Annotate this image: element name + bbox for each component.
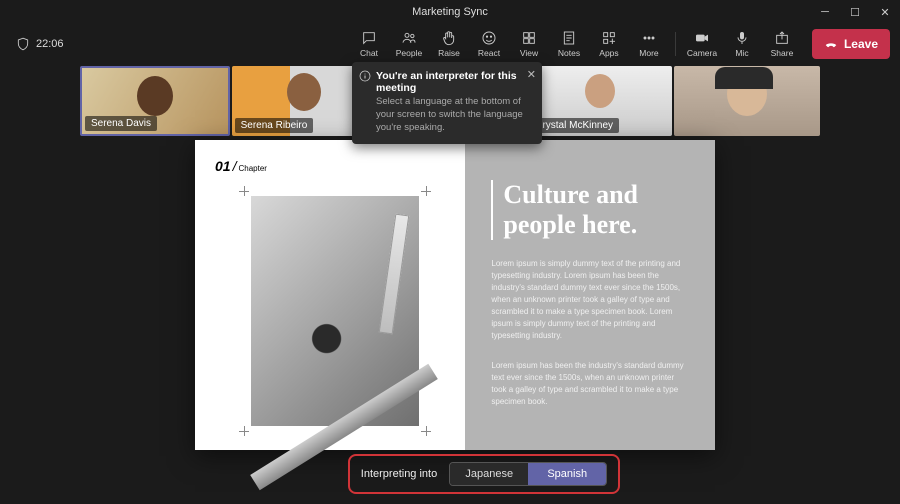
maximize-button[interactable]: ☐ xyxy=(840,0,870,24)
view-button[interactable]: View xyxy=(511,25,547,63)
apps-icon xyxy=(601,30,617,46)
elapsed-time: 22:06 xyxy=(36,38,64,50)
close-button[interactable]: ✕ xyxy=(870,0,900,24)
window-controls: ─ ☐ ✕ xyxy=(810,0,900,24)
interpreter-tooltip: ✕ You're an interpreter for this meeting… xyxy=(352,62,542,144)
title-bar: Marketing Sync ─ ☐ ✕ xyxy=(0,0,900,24)
raise-hand-button[interactable]: Raise xyxy=(431,25,467,63)
participant-name: Krystal McKinney xyxy=(530,118,619,133)
participant-name: Serena Ribeiro xyxy=(235,118,314,133)
slide-left-panel: 01/Chapter xyxy=(195,140,465,450)
hand-icon xyxy=(441,30,457,46)
slide-paragraph: Lorem ipsum is simply dummy text of the … xyxy=(491,258,689,342)
video-tile[interactable]: Krystal McKinney xyxy=(527,66,673,136)
meeting-timer: 22:06 xyxy=(16,37,64,51)
notes-icon xyxy=(561,30,577,46)
chat-button[interactable]: Chat xyxy=(351,25,387,63)
crop-mark-icon xyxy=(421,186,431,196)
slide-heading: Culture and people here. xyxy=(491,180,689,240)
more-button[interactable]: More xyxy=(631,25,667,63)
grid-icon xyxy=(521,30,537,46)
hangup-icon xyxy=(824,37,838,51)
video-tile[interactable] xyxy=(674,66,820,136)
notes-button[interactable]: Notes xyxy=(551,25,587,63)
crop-mark-icon xyxy=(421,426,431,436)
slide-paragraph: Lorem ipsum has been the industry's stan… xyxy=(491,360,689,408)
slide-right-panel: Culture and people here. Lorem ipsum is … xyxy=(465,140,715,450)
interpreter-language-bar: Interpreting into Japanese Spanish xyxy=(348,454,620,494)
mic-button[interactable]: Mic xyxy=(724,25,760,63)
meeting-toolbar: 22:06 Chat People Raise React View Notes… xyxy=(0,24,900,64)
chapter-label: 01/Chapter xyxy=(215,158,445,174)
window-title: Marketing Sync xyxy=(412,6,488,18)
tooltip-close-button[interactable]: ✕ xyxy=(527,68,536,81)
separator xyxy=(675,32,676,56)
interpreter-bar-label: Interpreting into xyxy=(361,468,437,480)
tooltip-body: Select a language at the bottom of your … xyxy=(376,96,532,134)
minimize-button[interactable]: ─ xyxy=(810,0,840,24)
tooltip-title: You're an interpreter for this meeting xyxy=(376,70,532,94)
chat-icon xyxy=(361,30,377,46)
leave-button[interactable]: Leave xyxy=(812,29,890,59)
info-icon xyxy=(359,70,371,82)
people-icon xyxy=(401,30,417,46)
ellipsis-icon xyxy=(641,30,657,46)
react-button[interactable]: React xyxy=(471,25,507,63)
camera-button[interactable]: Camera xyxy=(684,25,720,63)
people-button[interactable]: People xyxy=(391,25,427,63)
shield-icon xyxy=(16,37,30,51)
camera-icon xyxy=(694,30,710,46)
slide-photo xyxy=(251,196,419,426)
mic-icon xyxy=(734,30,750,46)
participant-name: Serena Davis xyxy=(85,116,157,131)
language-toggle-group: Japanese Spanish xyxy=(449,462,607,486)
share-button[interactable]: Share xyxy=(764,25,800,63)
smile-icon xyxy=(481,30,497,46)
share-icon xyxy=(774,30,790,46)
video-tile-self[interactable]: Serena Davis xyxy=(80,66,230,136)
crop-mark-icon xyxy=(239,186,249,196)
shared-content[interactable]: 01/Chapter Culture and people here. Lore… xyxy=(195,140,715,450)
apps-button[interactable]: Apps xyxy=(591,25,627,63)
language-option-japanese[interactable]: Japanese xyxy=(450,463,528,485)
crop-mark-icon xyxy=(239,426,249,436)
language-option-spanish[interactable]: Spanish xyxy=(528,463,606,485)
